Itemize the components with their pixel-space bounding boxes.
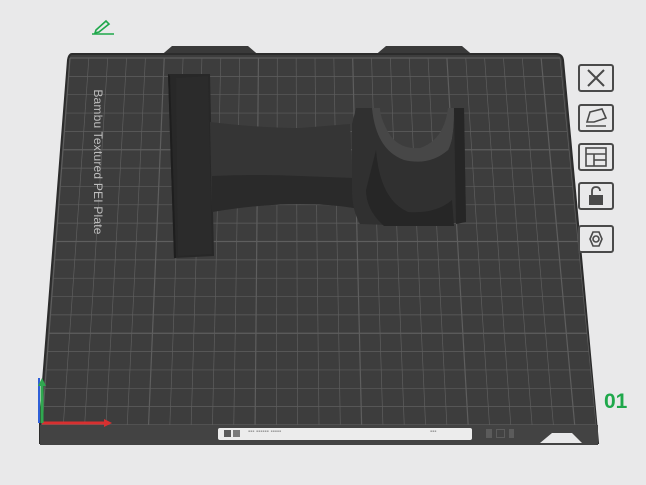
- status-right-text: ▪▪▪: [430, 429, 437, 435]
- close-x-icon: [587, 69, 605, 87]
- layout-icon: [585, 147, 607, 167]
- unlock-icon: [589, 186, 603, 205]
- lock-button[interactable]: [578, 182, 614, 210]
- plate-grid: [41, 57, 597, 426]
- image-icon[interactable]: [233, 430, 240, 437]
- model-cradle-right: [454, 108, 466, 224]
- plate-type-label: Bambu Textured PEI Plate: [91, 89, 105, 235]
- close-button[interactable]: [578, 64, 614, 92]
- bar-icon[interactable]: [509, 429, 514, 438]
- arrange-icon: [585, 108, 608, 127]
- status-left-text: ▪▪▪ ▪▪▪▪▪▪ ▪▪▪▪▪: [248, 429, 282, 435]
- hexagon-nut-icon: [589, 231, 603, 247]
- settings-button[interactable]: [578, 225, 614, 253]
- build-plate-viewport[interactable]: [0, 0, 646, 485]
- layout-button[interactable]: [578, 143, 614, 171]
- square-icon[interactable]: [496, 429, 505, 438]
- trash-icon[interactable]: [486, 429, 492, 438]
- plate-number[interactable]: 01: [604, 390, 627, 414]
- plate-status-bar[interactable]: ▪▪▪ ▪▪▪▪▪▪ ▪▪▪▪▪ ▪▪▪: [218, 428, 514, 440]
- edit-pencil-icon[interactable]: [90, 18, 116, 36]
- grid-icon[interactable]: [224, 430, 231, 437]
- model-base-face: [176, 76, 212, 256]
- arrange-button[interactable]: [578, 104, 614, 132]
